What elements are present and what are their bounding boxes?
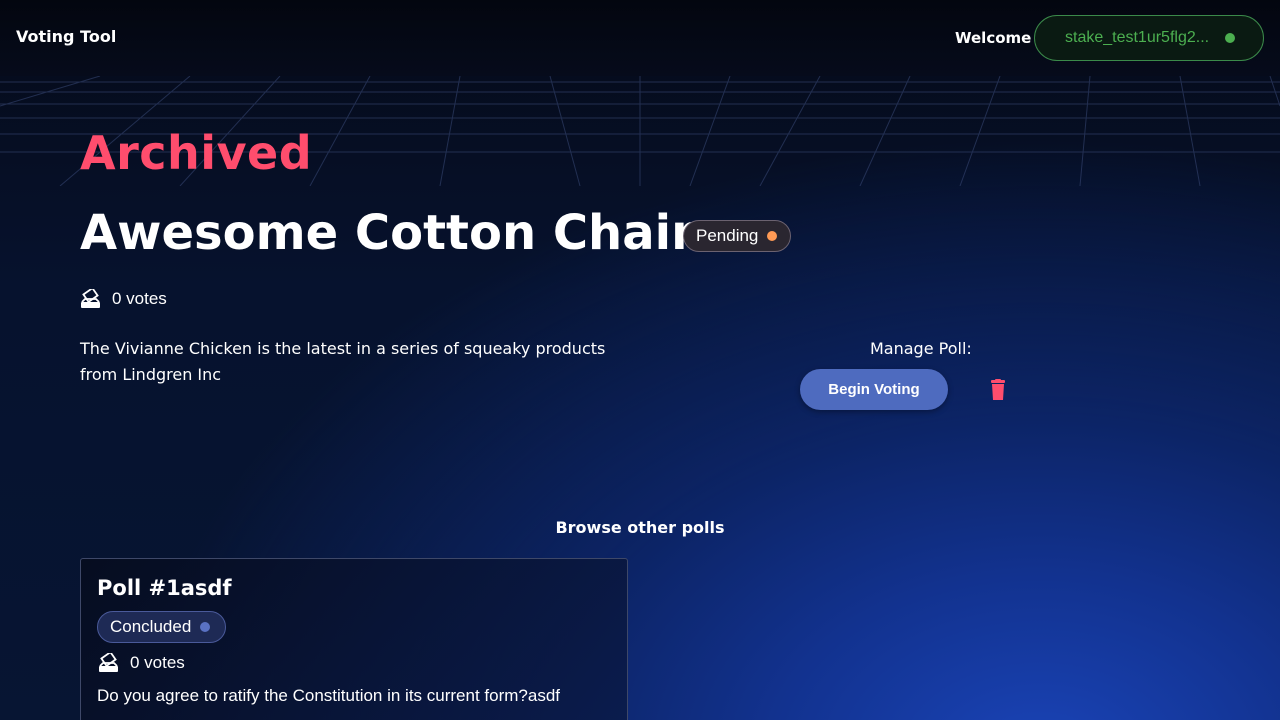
status-dot — [200, 622, 211, 632]
status-badge-label: Pending — [696, 226, 759, 245]
vote-count: 0 votes — [98, 653, 185, 673]
welcome-text: Welcome — [955, 29, 1032, 47]
begin-voting-button[interactable]: Begin Voting — [800, 369, 948, 410]
poll-card[interactable]: Poll #1asdf Concluded 0 votes Do you agr… — [80, 558, 628, 720]
brand-logo-text[interactable]: Voting Tool — [16, 27, 116, 46]
status-badge: Pending — [683, 220, 791, 252]
wallet-address: stake_test1ur5flg2... — [1065, 29, 1210, 46]
wallet-connected-indicator — [1225, 33, 1235, 43]
poll-description: The Vivianne Chicken is the latest in a … — [80, 339, 606, 384]
poll-card-description: Do you agree to ratify the Constitution … — [97, 686, 561, 705]
wallet-button[interactable]: stake_test1ur5flg2... — [1034, 15, 1264, 61]
top-nav-bar: Voting Tool Welcome stake_test1ur5flg2..… — [0, 0, 1280, 76]
vote-count: 0 votes — [80, 289, 167, 309]
poll-title: Awesome Cotton Chair — [80, 205, 695, 261]
trash-icon[interactable] — [988, 379, 1008, 401]
status-badge: Concluded — [97, 611, 226, 643]
manage-poll-label: Manage Poll: — [870, 339, 972, 358]
poll-status-heading: Archived — [80, 126, 313, 180]
ballot-box-icon — [81, 289, 100, 308]
poll-card-title: Poll #1asdf — [97, 576, 232, 600]
vote-count-label: 0 votes — [112, 289, 167, 308]
browse-polls-heading: Browse other polls — [555, 518, 725, 537]
status-badge-label: Concluded — [110, 617, 192, 636]
vote-count-label: 0 votes — [130, 653, 185, 672]
status-dot — [767, 231, 778, 241]
ballot-box-icon — [99, 653, 118, 672]
